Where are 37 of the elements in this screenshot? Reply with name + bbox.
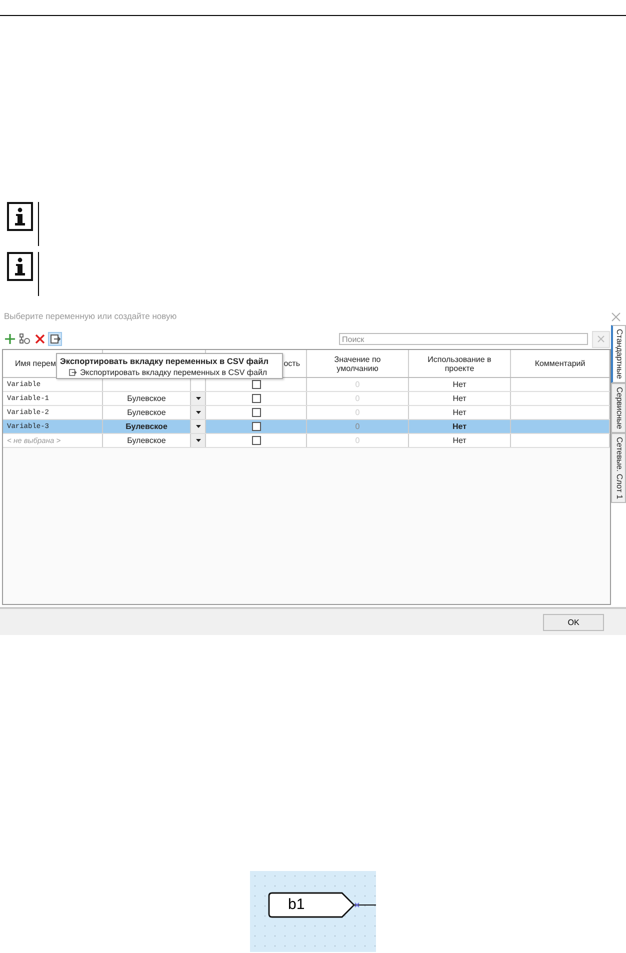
add-icon[interactable] [4,333,16,345]
variable-link-icon[interactable] [19,333,31,345]
export-icon[interactable] [49,333,61,345]
column-header[interactable]: Значение по умолчанию [307,350,409,377]
column-header[interactable]: Комментарий [511,350,610,377]
checkbox[interactable] [252,422,260,431]
table-cell: 0 [307,420,409,433]
checkbox[interactable] [252,380,260,389]
caret-icon [196,425,200,428]
checkbox[interactable] [252,394,260,403]
caret-icon [196,439,200,442]
side-tab[interactable]: Стандартные [611,325,626,383]
info-icon [7,202,33,232]
table-cell: Нет [409,378,511,391]
close-icon [597,335,605,343]
column-header[interactable]: Использование в проекте [409,350,511,377]
block-label: b1 [288,896,305,913]
checkbox[interactable] [252,408,260,417]
caret-icon [196,411,200,414]
table-cell: Нет [409,434,511,447]
checkbox[interactable] [252,436,260,445]
table-cell: Нет [409,406,511,419]
table-cell: Нет [409,420,511,433]
info-icon [7,252,33,282]
side-tab[interactable]: Сетевые. Слот 1 [611,432,626,503]
table-cell: Нет [409,392,511,405]
caret-icon [196,397,200,400]
delete-icon[interactable] [34,333,46,345]
side-tab[interactable]: Сервисные [611,382,626,433]
search-field[interactable]: Поиск [339,333,588,345]
dropdown-button[interactable] [191,420,206,433]
dropdown-button[interactable] [191,406,206,419]
block-shape[interactable] [268,892,356,918]
dialog-title: Выберите переменную или создайте новую [4,311,177,321]
dropdown-button[interactable] [191,392,206,405]
dropdown-button[interactable] [191,434,206,447]
ok-button[interactable]: OK [543,614,604,630]
